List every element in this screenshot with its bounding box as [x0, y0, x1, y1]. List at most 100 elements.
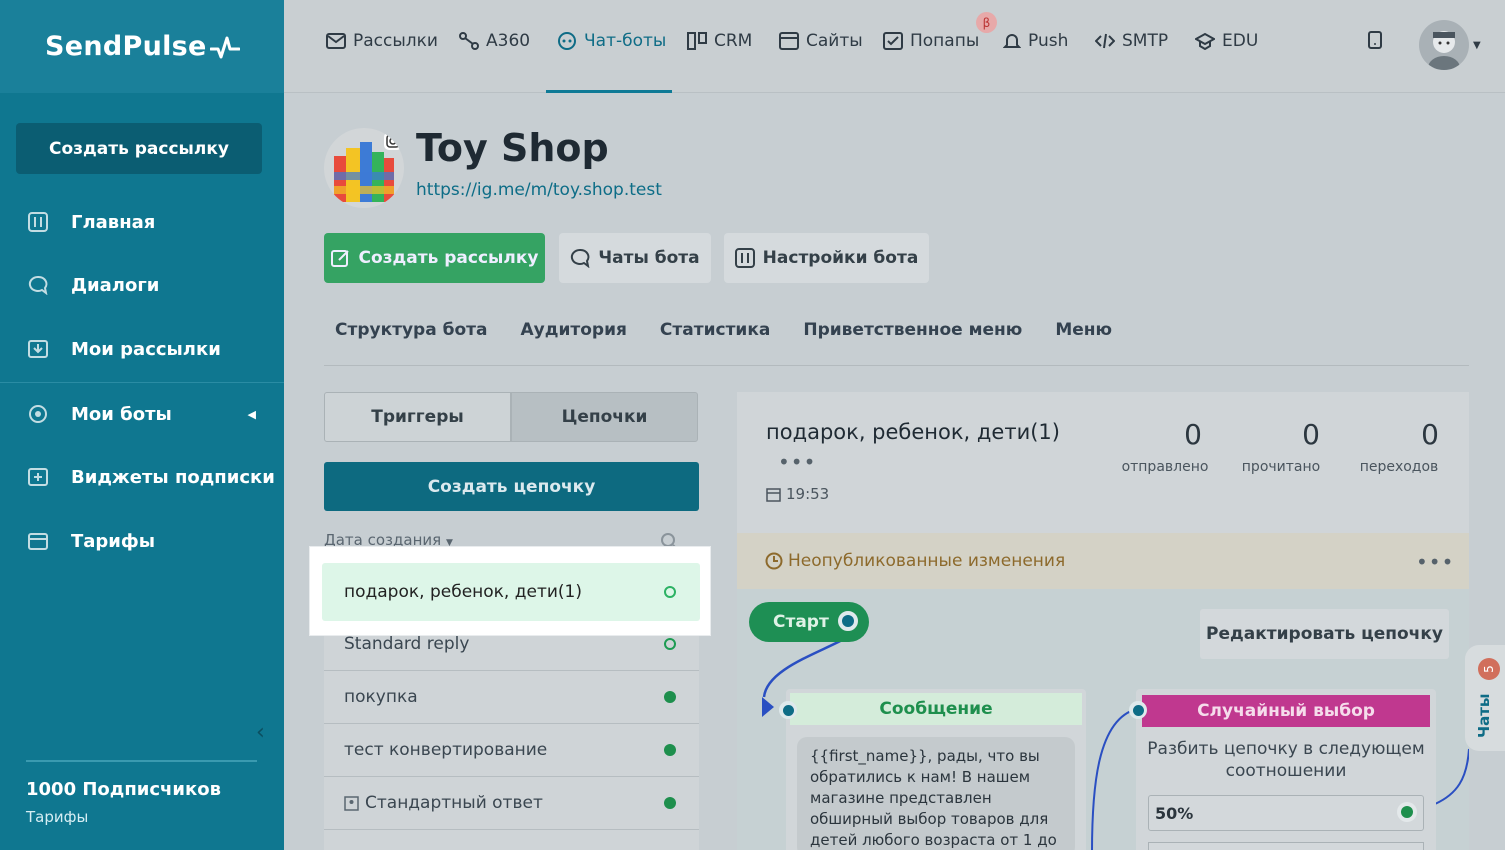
sidebar-item-label: Мои боты: [71, 403, 172, 425]
sidebar-divider: [0, 382, 284, 383]
brand-name: SendPulse: [45, 31, 207, 62]
mailings-icon: [27, 338, 49, 360]
nav-label: A360: [486, 31, 531, 51]
sidebar-item-label: Главная: [71, 211, 156, 233]
unpublished-banner: Неопубликованные изменения: [737, 533, 1469, 589]
message-input-port[interactable]: [779, 701, 797, 719]
automation-icon: [459, 32, 479, 50]
nav-label: Рассылки: [353, 31, 438, 51]
bot-avatar: [324, 128, 404, 208]
nav-popups[interactable]: Попапы: [883, 31, 979, 51]
unpublished-text: Неопубликованные изменения: [788, 551, 1066, 571]
logo[interactable]: SendPulse: [0, 0, 284, 93]
nav-label: Push: [1028, 31, 1069, 51]
tab-welcome-menu[interactable]: Приветственное меню: [803, 320, 1022, 340]
crm-icon: [687, 32, 707, 50]
random-node-title: Случайный выбор: [1142, 695, 1430, 727]
banner-more-icon[interactable]: •••: [1416, 550, 1454, 574]
collapse-sidebar-icon[interactable]: ‹: [256, 720, 265, 745]
stat-clicks-label: переходов: [1359, 459, 1439, 475]
stat-sent-value: 0: [1184, 418, 1202, 451]
nav-sites[interactable]: Сайты: [779, 31, 863, 51]
random-percent-field-2[interactable]: [1148, 842, 1424, 850]
nav-smtp[interactable]: SMTP: [1095, 31, 1168, 51]
chain-name: Стандартный ответ: [365, 793, 543, 813]
sidebar-item-tariffs[interactable]: Тарифы: [0, 516, 284, 566]
message-node-title: Сообщение: [790, 693, 1082, 725]
mobile-icon[interactable]: [1368, 31, 1382, 49]
random-output-port[interactable]: [1397, 802, 1417, 822]
sidebar-item-mailings[interactable]: Мои рассылки: [0, 324, 284, 374]
chain-name: подарок, ребенок, дети(1): [344, 582, 582, 602]
popup-icon: [883, 32, 903, 50]
tab-audience[interactable]: Аудитория: [521, 320, 627, 340]
chain-title: подарок, ребенок, дети(1): [766, 420, 1060, 444]
start-port[interactable]: [834, 607, 862, 635]
stat-read-label: прочитано: [1241, 459, 1321, 475]
percent-value: 50%: [1155, 803, 1194, 823]
create-mailing-button[interactable]: Создать рассылку: [324, 233, 545, 283]
avatar[interactable]: [1419, 20, 1469, 70]
graduation-icon: [1195, 32, 1215, 50]
caret-left-icon: ◀: [247, 407, 256, 421]
nav-a360[interactable]: A360: [459, 31, 530, 51]
random-percent-field[interactable]: 50%: [1148, 795, 1424, 831]
status-active-icon: [664, 691, 676, 703]
stat-read-value: 0: [1302, 418, 1320, 451]
sidebar-create-button[interactable]: Создать рассылку: [16, 123, 262, 174]
chain-time: 19:53: [766, 485, 829, 503]
nav-mailings[interactable]: Рассылки: [326, 31, 438, 51]
chat-icon: [570, 248, 590, 268]
nav-edu[interactable]: EDU: [1195, 31, 1258, 51]
site-icon: [779, 32, 799, 50]
nav-active-indicator: [546, 90, 672, 93]
random-input-port[interactable]: [1129, 701, 1147, 719]
chats-tab-label: Чаты: [1475, 693, 1493, 738]
list-item[interactable]: тест конвертирование: [324, 724, 699, 777]
bell-icon: [1003, 32, 1021, 50]
tab-menu[interactable]: Меню: [1055, 320, 1112, 340]
bot-settings-button[interactable]: Настройки бота: [724, 233, 929, 283]
bots-icon: [27, 403, 49, 425]
status-active-icon: [664, 797, 676, 809]
list-item[interactable]: покупка: [324, 671, 699, 724]
sidebar-item-home[interactable]: Главная: [0, 197, 284, 247]
nav-label: EDU: [1222, 31, 1259, 51]
nav-push[interactable]: Push: [1003, 31, 1068, 51]
segment-triggers[interactable]: Триггеры: [324, 392, 511, 442]
nav-chatbots[interactable]: Чат-боты: [557, 31, 666, 51]
create-chain-button[interactable]: Создать цепочку: [324, 462, 699, 511]
time-value: 19:53: [786, 485, 830, 503]
sidebar-item-widgets[interactable]: Виджеты подписки: [0, 452, 284, 502]
caret-down-icon[interactable]: ▼: [1473, 40, 1481, 51]
tariffs-link[interactable]: Тарифы: [26, 808, 88, 826]
bot-link[interactable]: https://ig.me/m/toy.shop.test: [416, 180, 662, 200]
stat-sent-label: отправлено: [1121, 459, 1209, 475]
bot-chats-button[interactable]: Чаты бота: [559, 233, 711, 283]
sidebar-item-label: Диалоги: [71, 274, 160, 296]
list-item[interactable]: Стандартный ответ: [324, 777, 699, 830]
pulse-icon: [209, 36, 240, 58]
sidebar-item-label: Мои рассылки: [71, 338, 221, 360]
more-icon[interactable]: •••: [778, 450, 816, 474]
edit-chain-button[interactable]: Редактировать цепочку: [1200, 609, 1449, 659]
tab-statistics[interactable]: Статистика: [660, 320, 770, 340]
dashboard-icon: [27, 211, 49, 233]
template-icon: [344, 795, 359, 811]
chatbot-icon: [557, 32, 577, 50]
random-description: Разбить цепочку в следующем соотношении: [1147, 739, 1425, 781]
chain-name: покупка: [344, 687, 418, 707]
nav-label: Чат-боты: [584, 31, 667, 51]
nav-crm[interactable]: CRM: [687, 31, 752, 51]
chain-name: Standard reply: [344, 634, 470, 654]
nav-label: CRM: [714, 31, 753, 51]
list-item-selected[interactable]: подарок, ребенок, дети(1): [322, 563, 700, 621]
nav-label: SMTP: [1122, 31, 1169, 51]
sidebar-item-bots[interactable]: Мои боты ◀: [0, 389, 284, 439]
sidebar-item-dialogs[interactable]: Диалоги: [0, 260, 284, 310]
tab-structure[interactable]: Структура бота: [335, 320, 488, 340]
button-label: Настройки бота: [762, 248, 919, 268]
clock-icon: [765, 552, 783, 570]
segment-chains[interactable]: Цепочки: [511, 392, 698, 442]
subscribers-count[interactable]: 1000 Подписчиков: [26, 779, 221, 800]
